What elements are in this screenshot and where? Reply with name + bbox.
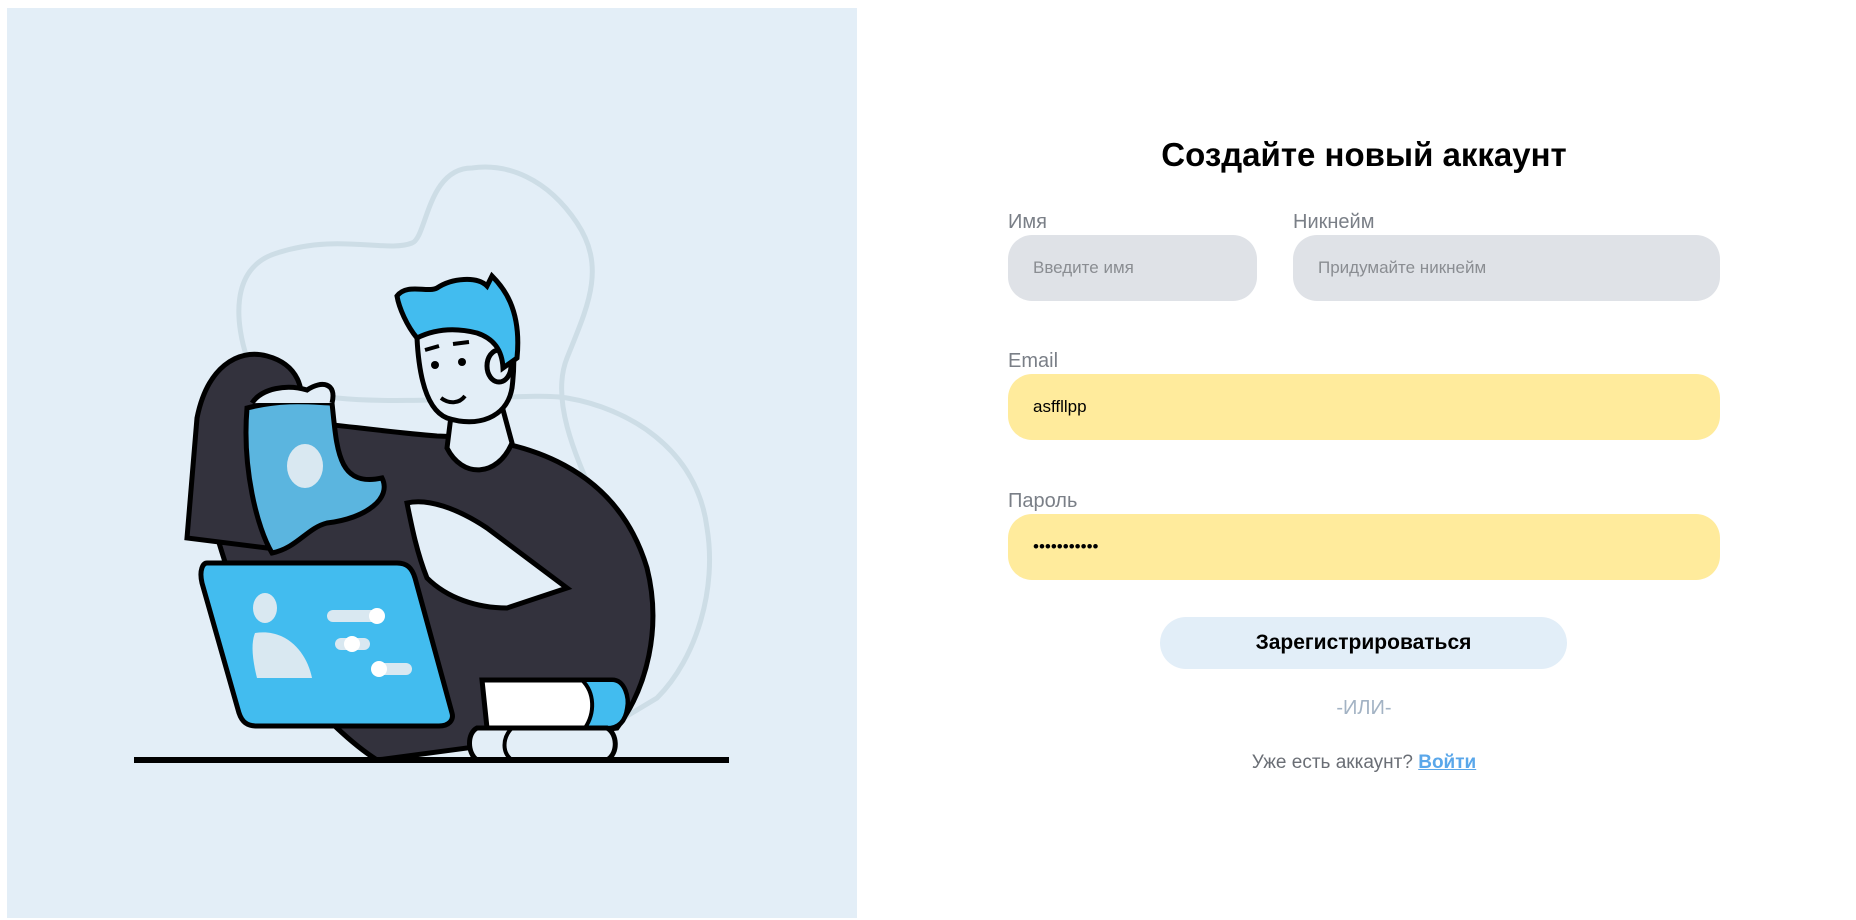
login-link[interactable]: Войти: [1418, 752, 1476, 773]
nickname-field-group: Никнейм: [1293, 211, 1720, 301]
register-button[interactable]: Зарегистрироваться: [1160, 617, 1567, 669]
password-field-group: Пароль: [1008, 490, 1720, 580]
name-field-group: Имя: [1008, 211, 1257, 301]
email-label: Email: [1008, 350, 1059, 372]
or-divider: -ИЛИ-: [1336, 697, 1392, 719]
login-prompt-text: Уже есть аккаунт?: [1251, 752, 1413, 773]
page-title: Создайте новый аккаунт: [1161, 136, 1567, 173]
bottom-book: [467, 725, 618, 763]
login-prompt: Уже есть аккаунт? Войти: [1008, 752, 1720, 774]
register-form: Создайте новый аккаунт Имя Никнейм Email…: [1008, 125, 1720, 773]
register-page: Создайте новый аккаунт Имя Никнейм Email…: [0, 0, 1856, 920]
name-input[interactable]: [1008, 235, 1257, 301]
nickname-input[interactable]: [1293, 235, 1720, 301]
nickname-label: Никнейм: [1293, 211, 1375, 233]
password-label: Пароль: [1008, 490, 1078, 512]
name-row: Имя Никнейм: [1008, 211, 1720, 311]
email-field-group: Email: [1008, 350, 1720, 440]
password-input[interactable]: [1008, 514, 1720, 580]
person-with-laptop-illustration: [134, 164, 729, 763]
email-input[interactable]: [1008, 374, 1720, 440]
laptop: [198, 560, 455, 729]
name-label: Имя: [1008, 211, 1047, 233]
illustration-panel: [7, 8, 857, 918]
